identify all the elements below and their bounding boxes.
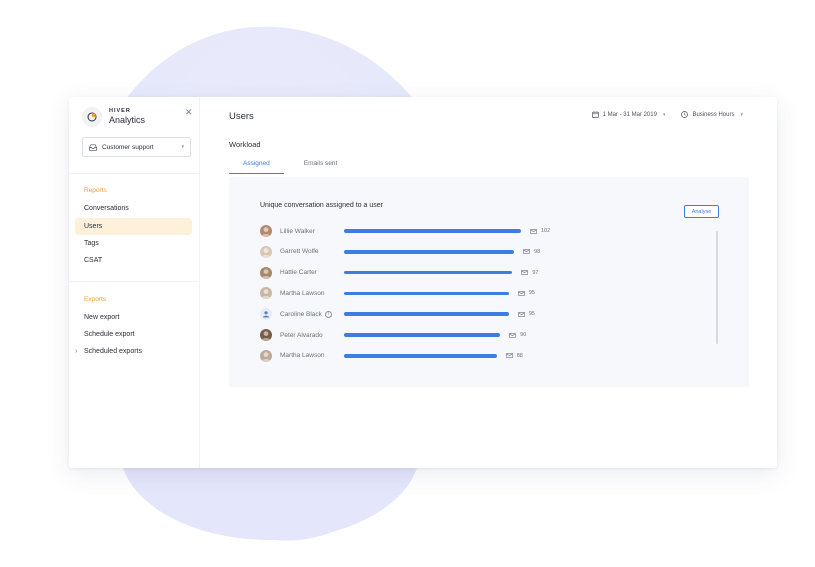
mail-icon [517, 290, 525, 296]
sidebar-item-label: Scheduled exports [84, 348, 142, 355]
sidebar-item-tags[interactable]: Tags [75, 235, 192, 252]
bar-value-label: 95 [528, 290, 535, 297]
info-icon[interactable]: i [324, 310, 332, 318]
sidebar-item-new-export[interactable]: New export [75, 309, 192, 326]
bar-value-label: 88 [516, 352, 523, 359]
brand: HIVER Analytics [82, 107, 145, 127]
bar-mark [344, 354, 497, 358]
bar-mark [344, 229, 521, 233]
user-name-text: Garrett Wolfe [280, 248, 319, 256]
sidebar-divider [69, 281, 200, 282]
analytics-window: HIVER Analytics ✕ Customer support ▾ Rep… [69, 97, 777, 468]
workspace-select[interactable]: Customer support ▾ [82, 137, 191, 157]
user-bar-row: Hattie Carter 97 [260, 266, 660, 280]
bar-mark [344, 270, 513, 275]
page-title: Users [229, 111, 254, 122]
chevron-right-icon: › [75, 348, 78, 355]
user-name-text: Peter Alvarado [280, 331, 323, 339]
hours-select[interactable]: Business Hours ▾ [681, 111, 743, 118]
brand-company: HIVER [109, 107, 131, 114]
mail-icon [509, 332, 517, 338]
workload-heading: Workload [229, 140, 261, 149]
hours-label: Business Hours [692, 111, 735, 118]
avatar [260, 329, 272, 341]
user-name: Peter Alvarado [280, 332, 344, 339]
chevron-down-icon: ▾ [181, 144, 184, 150]
user-name: Martha Lawson [280, 290, 344, 297]
sidebar-divider [69, 173, 200, 174]
user-name-text: Hattie Carter [280, 269, 317, 277]
bar-value-label: 102 [541, 228, 551, 234]
mail-icon [517, 311, 525, 317]
sidebar-item-conversations[interactable]: Conversations [75, 200, 192, 217]
workload-panel: Unique conversation assigned to a user A… [229, 177, 749, 387]
workspace-label: Customer support [102, 143, 154, 151]
sidebar: HIVER Analytics ✕ Customer support ▾ Rep… [69, 97, 200, 468]
clock-icon [681, 111, 689, 118]
workload-tabs: Assigned Emails sent [229, 157, 357, 174]
mail-icon [505, 353, 513, 359]
tab-emails-sent[interactable]: Emails sent [290, 157, 352, 174]
avatar [260, 245, 272, 258]
user-name-text: Caroline Black [280, 310, 322, 318]
bar-mark [344, 333, 501, 337]
bar-value-label: 98 [534, 248, 541, 255]
analyse-button[interactable]: Analyse [684, 205, 719, 218]
avatar [260, 287, 272, 300]
user-placeholder-icon [260, 308, 272, 321]
user-bar-row: Peter Alvarado 90 [260, 328, 660, 342]
avatar [260, 266, 272, 279]
bar-mark [344, 250, 515, 254]
bar-value-label: 90 [520, 332, 527, 338]
avatar [260, 225, 272, 237]
mail-icon [523, 249, 530, 255]
chart-title: Unique conversation assigned to a user [260, 202, 383, 209]
user-bar-row: Garrett Wolfe 98 [260, 245, 660, 259]
date-range-picker[interactable]: 1 Mar - 31 Mar 2019 ▾ [591, 111, 666, 118]
reports-heading: Reports [84, 187, 107, 194]
calendar-icon [591, 111, 599, 118]
user-name-text: Martha Lawson [280, 289, 325, 297]
toolbar: 1 Mar - 31 Mar 2019 ▾ Business Hours ▾ [576, 111, 743, 118]
user-name: Garrett Wolfe [280, 248, 344, 255]
date-range-label: 1 Mar - 31 Mar 2019 [602, 111, 657, 118]
sidebar-item-schedule-export[interactable]: Schedule export [75, 326, 192, 343]
bar-value-label: 97 [532, 269, 539, 276]
bar-value-label: 95 [528, 311, 535, 318]
brand-product: Analytics [109, 115, 146, 126]
main-content: Users 1 Mar - 31 Mar 2019 ▾ Business Hou… [200, 97, 777, 468]
user-bar-row: Martha Lawson 95 [260, 286, 660, 300]
sidebar-item-scheduled-exports[interactable]: › Scheduled exports [75, 343, 192, 360]
exports-heading: Exports [84, 296, 107, 303]
user-name: Martha Lawson [280, 352, 344, 359]
user-bar-row: Caroline Black i 95 [260, 307, 660, 321]
hiver-logo-icon [82, 107, 102, 127]
chevron-down-icon: ▾ [662, 111, 666, 118]
user-name: Caroline Black i [280, 310, 344, 318]
tab-assigned[interactable]: Assigned [229, 157, 284, 174]
sidebar-item-users[interactable]: Users [75, 218, 192, 235]
avatar [260, 349, 272, 362]
mail-icon [521, 270, 529, 275]
close-icon[interactable]: ✕ [185, 107, 193, 118]
user-name: Lillie Walker [280, 228, 344, 235]
inbox-icon [89, 143, 97, 151]
user-name-text: Martha Lawson [280, 352, 325, 360]
bar-mark [344, 291, 509, 296]
bar-mark [344, 312, 509, 316]
mail-icon [530, 228, 537, 234]
scrollbar[interactable] [716, 231, 718, 344]
user-bar-row: Lillie Walker 102 [260, 224, 660, 238]
sidebar-item-csat[interactable]: CSAT [75, 252, 192, 269]
user-name-text: Lillie Walker [280, 227, 315, 235]
user-bar-row: Martha Lawson 88 [260, 349, 660, 363]
chevron-down-icon: ▾ [740, 111, 743, 118]
user-name: Hattie Carter [280, 269, 344, 276]
